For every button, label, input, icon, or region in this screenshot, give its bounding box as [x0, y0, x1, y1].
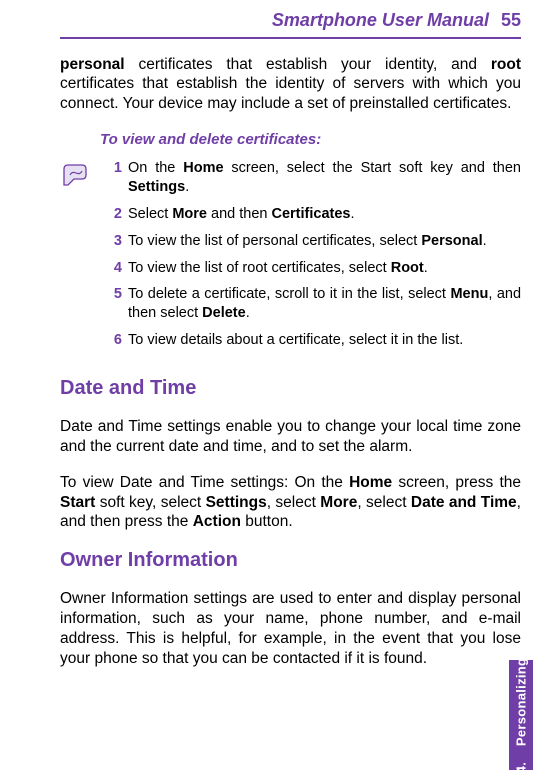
chapter-number: 4. [514, 761, 529, 772]
date-time-para-1: Date and Time settings enable you to cha… [60, 417, 521, 457]
dt-bold: More [320, 494, 357, 511]
step-text: . [424, 260, 428, 276]
dt-text: screen, press the [392, 474, 521, 491]
step-2: Select More and then Certificates. [106, 205, 521, 224]
date-time-title: Date and Time [60, 376, 521, 402]
step-text: To delete a certificate, scroll to it in… [128, 286, 450, 302]
step-text: . [185, 179, 189, 195]
step-text: . [350, 206, 354, 222]
step-3: To view the list of personal certificate… [106, 232, 521, 251]
dt-text: To view Date and Time settings: On the [60, 474, 349, 491]
page: Smartphone User Manual 55 personal certi… [0, 0, 549, 782]
dt-bold: Start [60, 494, 95, 511]
step-text: To view the list of personal certificate… [128, 233, 421, 249]
dt-text: , select [357, 494, 411, 511]
step-text: Select [128, 206, 172, 222]
page-number: 55 [501, 10, 521, 31]
page-header: Smartphone User Manual 55 [0, 0, 549, 35]
intro-personal: personal [60, 56, 125, 73]
step-bold: Settings [128, 179, 185, 195]
note-icon [60, 159, 96, 358]
step-bold: Menu [450, 286, 488, 302]
dt-text: soft key, select [95, 494, 205, 511]
step-4: To view the list of root certificates, s… [106, 259, 521, 278]
step-text: . [483, 233, 487, 249]
certificates-steps-block: On the Home screen, select the Start sof… [60, 159, 521, 358]
page-content: personal certificates that establish you… [0, 55, 549, 669]
chapter-side-label: 4. Personalizing [514, 657, 529, 773]
step-bold: Personal [421, 233, 482, 249]
dt-bold: Date and Time [411, 494, 517, 511]
date-time-para-2: To view Date and Time settings: On the H… [60, 473, 521, 532]
step-text: and then [207, 206, 272, 222]
step-6: To view details about a certificate, sel… [106, 331, 521, 350]
step-text: To view the list of root certificates, s… [128, 260, 391, 276]
certificates-steps-list: On the Home screen, select the Start sof… [106, 159, 521, 358]
dt-text: button. [241, 513, 293, 530]
header-rule [60, 37, 521, 39]
step-text: screen, select the Start soft key and th… [224, 160, 521, 176]
step-bold: Root [391, 260, 424, 276]
step-text: On the [128, 160, 183, 176]
owner-info-title: Owner Information [60, 548, 521, 574]
step-text: To view details about a certificate, sel… [128, 332, 463, 348]
step-bold: More [172, 206, 207, 222]
intro-text-1: certificates that establish your identit… [125, 56, 491, 73]
dt-text: , select [267, 494, 321, 511]
step-bold: Delete [202, 305, 246, 321]
step-5: To delete a certificate, scroll to it in… [106, 285, 521, 323]
manual-title: Smartphone User Manual [272, 10, 489, 31]
chapter-label: Personalizing [514, 657, 529, 745]
owner-info-para: Owner Information settings are used to e… [60, 589, 521, 668]
dt-bold: Action [193, 513, 241, 530]
intro-root: root [491, 56, 521, 73]
intro-paragraph: personal certificates that establish you… [60, 55, 521, 114]
dt-bold: Settings [206, 494, 267, 511]
intro-text-2: certificates that establish the identity… [60, 75, 521, 112]
chapter-side-tab: 4. Personalizing [509, 660, 533, 770]
dt-bold: Home [349, 474, 392, 491]
step-bold: Certificates [272, 206, 351, 222]
step-1: On the Home screen, select the Start sof… [106, 159, 521, 197]
step-bold: Home [183, 160, 223, 176]
step-text: . [246, 305, 250, 321]
certificates-heading: To view and delete certificates: [100, 130, 521, 149]
